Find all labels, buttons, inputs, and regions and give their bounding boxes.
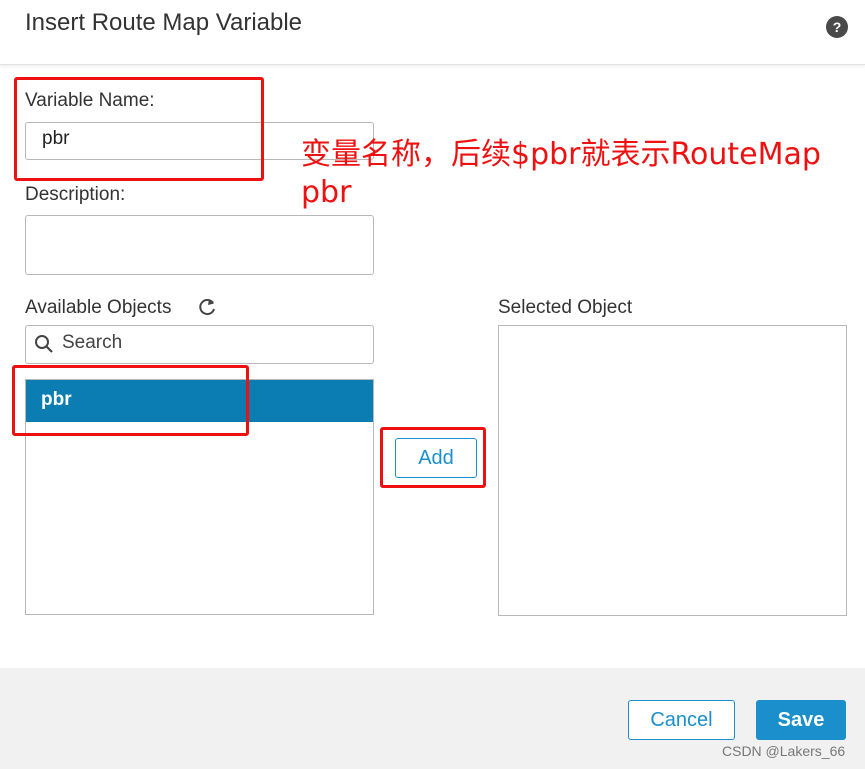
highlight-add-button: [380, 427, 486, 488]
help-icon[interactable]: ?: [826, 16, 848, 38]
selected-objects-list[interactable]: [498, 325, 847, 616]
dialog-header: Insert Route Map Variable ?: [0, 0, 865, 65]
selected-object-label: Selected Object: [498, 297, 633, 318]
watermark: CSDN @Lakers_66: [722, 743, 846, 759]
cancel-button[interactable]: Cancel: [628, 700, 735, 740]
description-label: Description:: [25, 184, 126, 205]
available-objects-label: Available Objects: [25, 297, 172, 318]
search-placeholder: Search: [62, 332, 123, 353]
highlight-variable-name: [14, 77, 264, 181]
highlight-list-item: [12, 365, 249, 436]
annotation-text: 变量名称，后续$pbr就表示RouteMap pbr: [301, 137, 821, 210]
dialog-title: Insert Route Map Variable: [25, 9, 303, 36]
save-button[interactable]: Save: [756, 700, 846, 740]
refresh-icon[interactable]: [196, 296, 218, 318]
search-icon: [35, 335, 53, 353]
description-textarea[interactable]: [25, 215, 374, 275]
search-input[interactable]: Search: [25, 325, 374, 364]
